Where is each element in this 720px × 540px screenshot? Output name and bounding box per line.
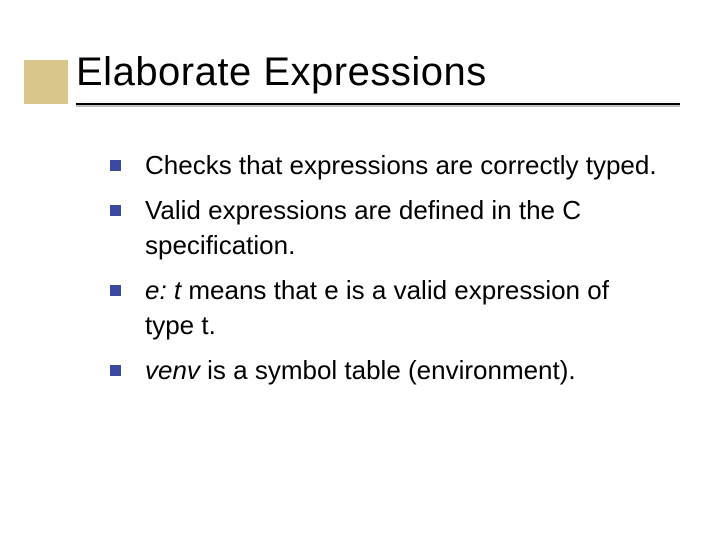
italic-term: e: t — [145, 275, 181, 305]
title-accent-box — [24, 60, 68, 104]
list-item-text: venv is a symbol table (environment). — [145, 353, 576, 388]
square-bullet-icon — [110, 160, 121, 171]
slide: Elaborate Expressions Checks that expres… — [0, 0, 720, 540]
list-item: e: t means that e is a valid expression … — [110, 273, 660, 343]
square-bullet-icon — [110, 205, 121, 216]
bullet-list: Checks that expressions are correctly ty… — [110, 148, 660, 399]
list-item: venv is a symbol table (environment). — [110, 353, 660, 388]
slide-title: Elaborate Expressions — [76, 50, 680, 101]
list-item: Valid expressions are defined in the C s… — [110, 193, 660, 263]
title-area: Elaborate Expressions — [76, 50, 680, 105]
title-underline — [76, 103, 680, 105]
list-item: Checks that expressions are correctly ty… — [110, 148, 660, 183]
square-bullet-icon — [110, 365, 121, 376]
list-item-text: Checks that expressions are correctly ty… — [145, 148, 657, 183]
list-item-text: Valid expressions are defined in the C s… — [145, 193, 660, 263]
list-item-rest: is a symbol table (environment). — [200, 355, 576, 385]
square-bullet-icon — [110, 285, 121, 296]
list-item-text: e: t means that e is a valid expression … — [145, 273, 660, 343]
italic-term: venv — [145, 355, 200, 385]
list-item-rest: means that e is a valid expression of ty… — [145, 275, 609, 340]
